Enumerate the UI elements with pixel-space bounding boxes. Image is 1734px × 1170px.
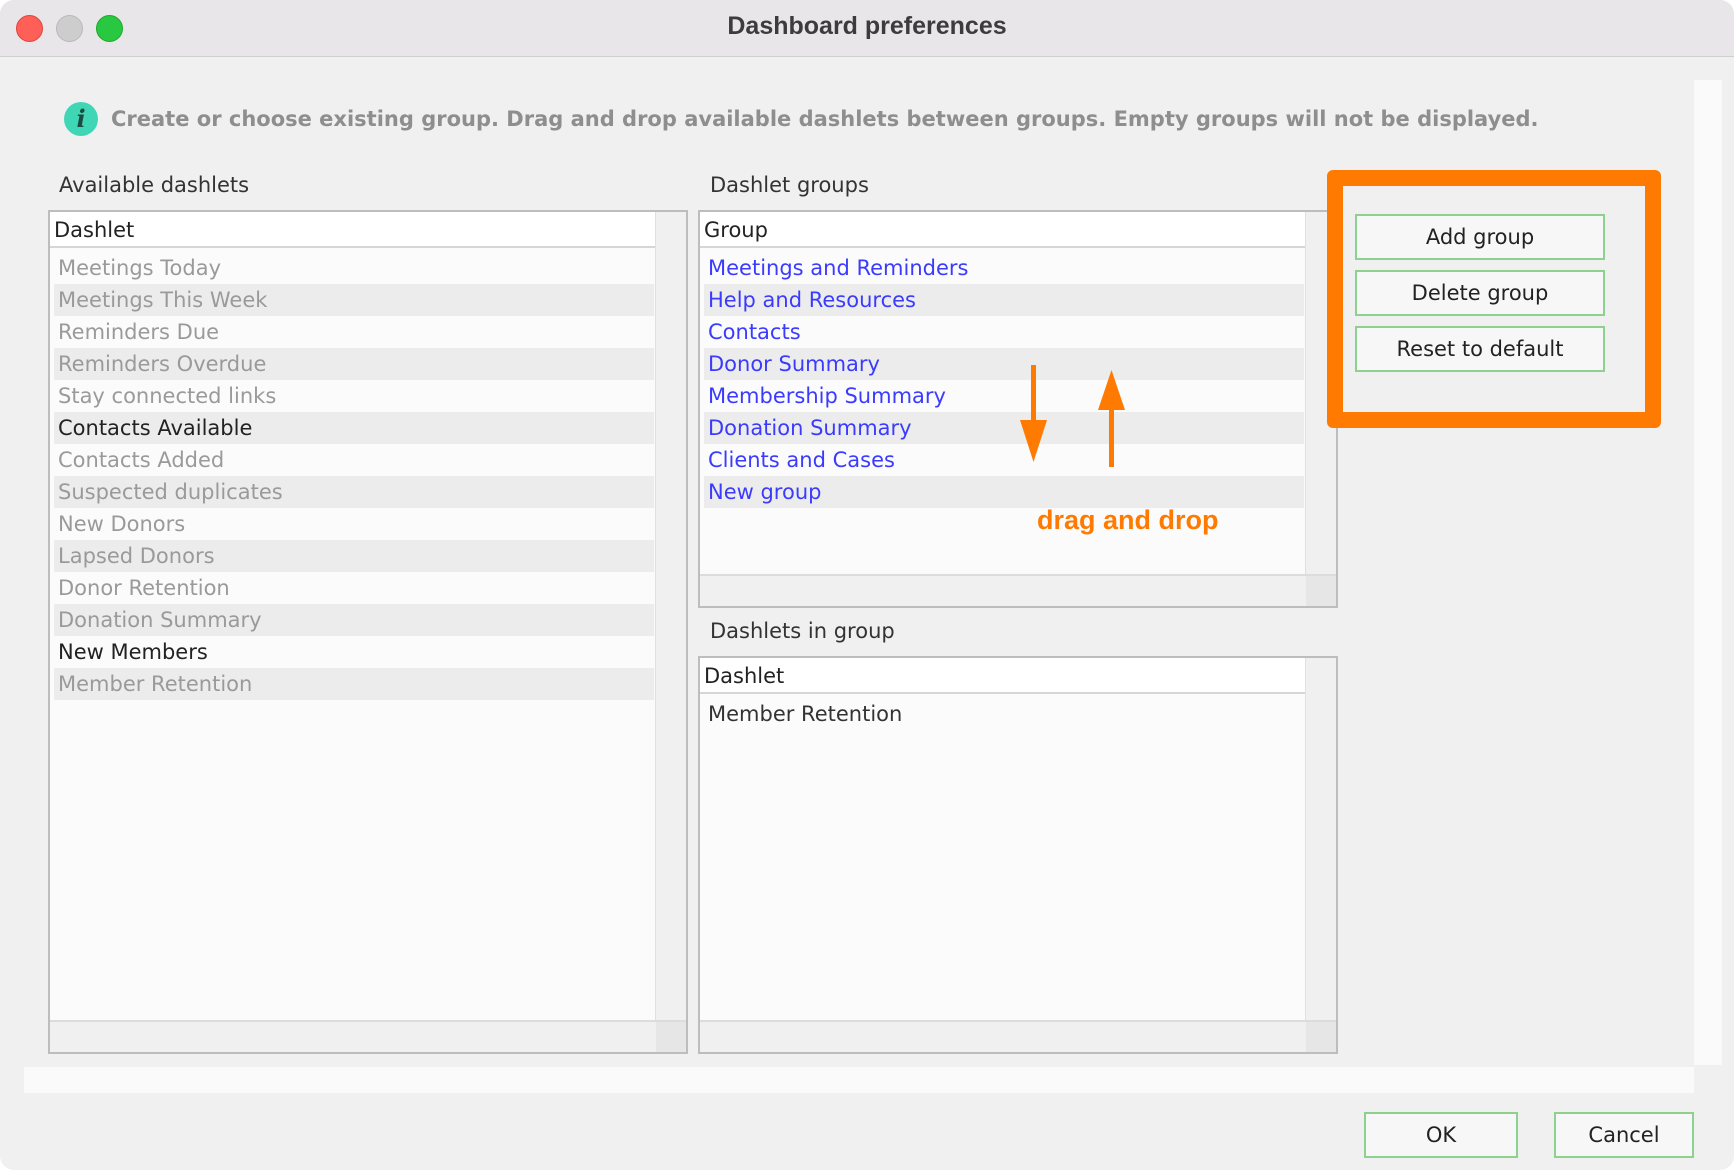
available-horizontal-scrollbar[interactable]: [50, 1020, 686, 1052]
available-dashlet-item[interactable]: Donation Summary: [54, 604, 654, 636]
reset-to-default-button[interactable]: Reset to default: [1355, 326, 1605, 372]
available-dashlet-item[interactable]: Suspected duplicates: [54, 476, 654, 508]
title-bar: Dashboard preferences: [0, 0, 1734, 57]
available-vertical-scrollbar[interactable]: [655, 212, 686, 1022]
available-dashlet-item[interactable]: Contacts Added: [54, 444, 654, 476]
dashlet-groups-label: Dashlet groups: [710, 173, 869, 197]
groups-horizontal-scrollbar[interactable]: [700, 574, 1336, 606]
dialog-window: Dashboard preferences i Create or choose…: [0, 0, 1734, 1170]
dashlets-in-group-label: Dashlets in group: [710, 619, 895, 643]
available-dashlet-item[interactable]: Contacts Available: [54, 412, 654, 444]
info-message: Create or choose existing group. Drag an…: [111, 107, 1539, 131]
in-group-horizontal-scrollbar[interactable]: [700, 1020, 1336, 1052]
dashlet-in-group-item[interactable]: Member Retention: [704, 698, 1304, 730]
dashlet-group-item[interactable]: Help and Resources: [704, 284, 1304, 316]
dashlet-group-item[interactable]: Contacts: [704, 316, 1304, 348]
dialog-vertical-scrollbar[interactable]: [1694, 80, 1722, 1065]
available-dashlet-item[interactable]: Meetings This Week: [54, 284, 654, 316]
available-dashlet-item[interactable]: Reminders Due: [54, 316, 654, 348]
delete-group-button[interactable]: Delete group: [1355, 270, 1605, 316]
available-dashlets-label: Available dashlets: [59, 173, 250, 197]
available-dashlet-item[interactable]: Member Retention: [54, 668, 654, 700]
drag-and-drop-annotation: drag and drop: [1037, 505, 1219, 535]
info-icon: i: [64, 102, 98, 136]
in-group-vertical-scrollbar[interactable]: [1305, 658, 1336, 1022]
dialog-horizontal-scrollbar[interactable]: [24, 1067, 1694, 1093]
dashlet-group-item[interactable]: Donation Summary: [704, 412, 1304, 444]
dashlet-group-item[interactable]: Meetings and Reminders: [704, 252, 1304, 284]
dashlet-group-item[interactable]: Donor Summary: [704, 348, 1304, 380]
dashlets-in-group-list[interactable]: Dashlet Member Retention: [698, 656, 1338, 1054]
available-dashlet-item[interactable]: Lapsed Donors: [54, 540, 654, 572]
ok-button[interactable]: OK: [1364, 1112, 1518, 1158]
cancel-button[interactable]: Cancel: [1554, 1112, 1694, 1158]
dashlet-groups-header[interactable]: Group: [700, 212, 1306, 248]
add-group-button[interactable]: Add group: [1355, 214, 1605, 260]
available-dashlet-item[interactable]: Meetings Today: [54, 252, 654, 284]
scroll-corner: [1306, 576, 1336, 606]
available-dashlet-item[interactable]: Reminders Overdue: [54, 348, 654, 380]
drag-arrows-icon: [1020, 365, 1125, 467]
available-dashlet-item[interactable]: New Members: [54, 636, 654, 668]
dashlet-group-item[interactable]: Clients and Cases: [704, 444, 1304, 476]
available-dashlet-item[interactable]: Donor Retention: [54, 572, 654, 604]
available-dashlets-list[interactable]: Dashlet Meetings Today Meetings This Week…: [48, 210, 688, 1054]
window-title: Dashboard preferences: [727, 12, 1007, 40]
dashlet-group-item[interactable]: New group: [704, 476, 1304, 508]
dashlets-in-group-header[interactable]: Dashlet: [700, 658, 1306, 694]
scroll-corner: [656, 1022, 686, 1052]
available-dashlet-item[interactable]: New Donors: [54, 508, 654, 540]
available-dashlets-header[interactable]: Dashlet: [50, 212, 656, 248]
dashlet-group-item[interactable]: Membership Summary: [704, 380, 1304, 412]
scroll-corner: [1306, 1022, 1336, 1052]
available-dashlet-item[interactable]: Stay connected links: [54, 380, 654, 412]
